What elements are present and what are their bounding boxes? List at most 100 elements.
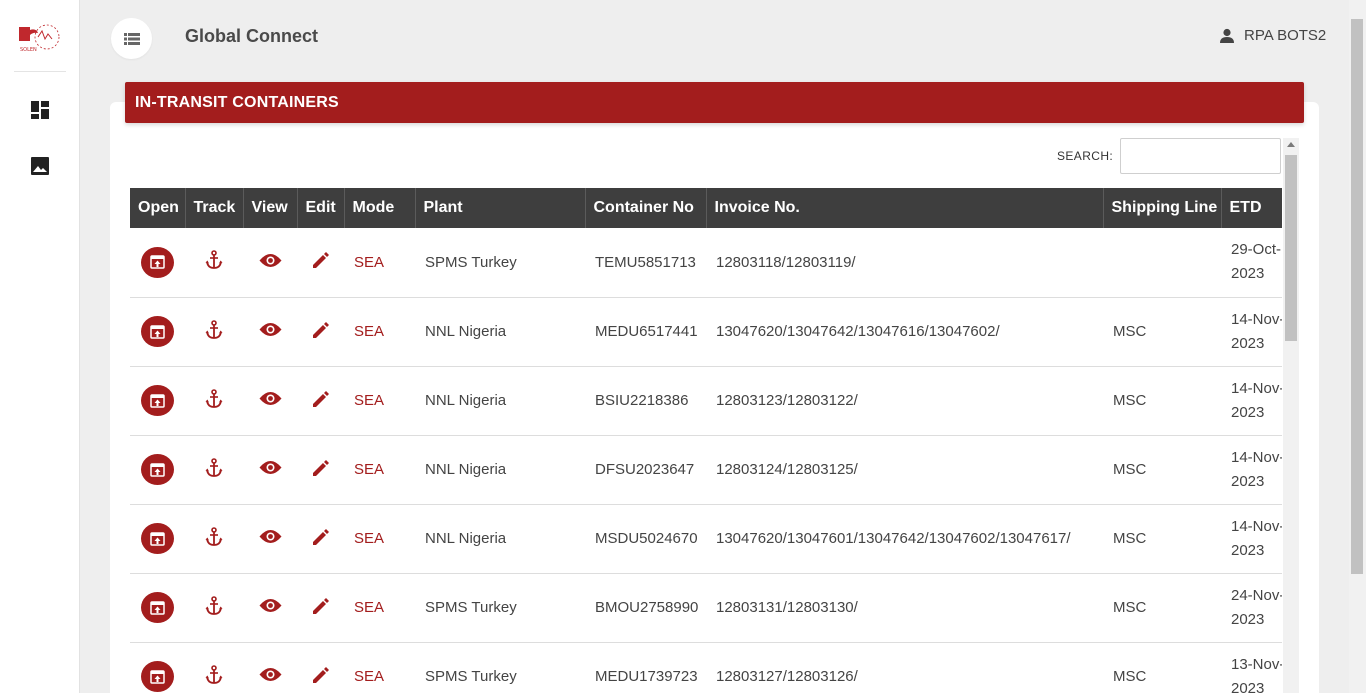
table-scrollbar[interactable] xyxy=(1283,138,1299,693)
pencil-icon[interactable] xyxy=(311,527,331,547)
pencil-icon[interactable] xyxy=(311,250,331,270)
column-header[interactable]: Track xyxy=(185,188,244,228)
mode-cell: SEA xyxy=(344,504,415,574)
pencil-icon[interactable] xyxy=(311,389,331,409)
menu-toggle-button[interactable] xyxy=(111,18,152,59)
person-icon xyxy=(1220,28,1234,43)
eye-icon[interactable] xyxy=(259,460,282,475)
open-button[interactable] xyxy=(141,523,174,554)
anchor-icon[interactable] xyxy=(205,664,223,685)
plant-cell: SPMS Turkey xyxy=(415,573,585,643)
track-cell xyxy=(185,435,243,505)
company-logo: SOLEN xyxy=(19,24,60,53)
anchor-icon[interactable] xyxy=(205,526,223,547)
open-in-new-icon xyxy=(150,324,165,339)
mode-cell: SEA xyxy=(344,297,415,367)
anchor-icon[interactable] xyxy=(205,388,223,409)
anchor-icon[interactable] xyxy=(205,250,223,270)
search-label: SEARCH: xyxy=(1057,149,1114,163)
pencil-icon[interactable] xyxy=(311,458,331,478)
invoice-no-cell: 12803118/12803119/ xyxy=(706,228,1103,298)
eye-icon[interactable] xyxy=(259,667,282,682)
containers-table-wrapper: Open Track View Edit Mode Plant Containe… xyxy=(130,188,1282,693)
track-cell xyxy=(185,642,243,693)
open-button[interactable] xyxy=(141,592,174,623)
view-cell xyxy=(243,642,297,693)
invoice-no-cell: 12803124/12803125/ xyxy=(706,435,1103,505)
table-row: SEA SPMS Turkey TEMU5851713 12803118/128031… xyxy=(130,228,1282,298)
open-cell xyxy=(130,228,185,298)
page-scroll-thumb[interactable] xyxy=(1351,19,1363,574)
column-header[interactable]: ETD xyxy=(1221,188,1282,228)
anchor-icon[interactable] xyxy=(205,595,223,616)
open-cell xyxy=(130,642,185,693)
edit-cell xyxy=(297,297,344,367)
track-cell xyxy=(185,297,243,367)
eye-icon[interactable] xyxy=(259,529,282,544)
open-cell xyxy=(130,573,185,643)
open-button[interactable] xyxy=(141,385,174,416)
eye-icon[interactable] xyxy=(259,598,282,613)
table-body: SEA SPMS Turkey TEMU5851713 12803118/128031… xyxy=(130,228,1282,693)
eye-icon[interactable] xyxy=(259,322,282,337)
view-cell xyxy=(243,435,297,505)
pencil-icon[interactable] xyxy=(311,596,331,616)
column-header[interactable]: Invoice No. xyxy=(706,188,1104,228)
image-icon[interactable] xyxy=(30,156,50,176)
invoice-no-cell: 13047620/13047642/13047616/13047602/ xyxy=(706,297,1103,367)
column-header[interactable]: Plant xyxy=(415,188,586,228)
sidebar: SOLEN xyxy=(0,0,80,693)
page-scrollbar[interactable] xyxy=(1349,0,1366,693)
open-button[interactable] xyxy=(141,661,174,692)
eye-icon[interactable] xyxy=(259,391,282,406)
search-input[interactable] xyxy=(1120,138,1281,174)
container-no-cell: BSIU2218386 xyxy=(585,366,706,436)
column-header[interactable]: Open xyxy=(130,188,186,228)
container-no-cell: MEDU1739723 xyxy=(585,642,706,693)
column-header[interactable]: View xyxy=(243,188,298,228)
open-button[interactable] xyxy=(141,246,174,278)
etd-cell: 14-Nov-2023 xyxy=(1221,435,1282,505)
open-in-new-icon xyxy=(150,669,165,684)
open-button[interactable] xyxy=(141,454,174,485)
view-cell xyxy=(243,297,297,367)
etd-cell: 13-Nov-2023 xyxy=(1221,642,1282,693)
app-title: Global Connect xyxy=(185,26,319,46)
table-scroll-thumb[interactable] xyxy=(1285,155,1297,341)
plant-cell: NNL Nigeria xyxy=(415,366,585,436)
edit-cell xyxy=(297,435,344,505)
shipping-line-cell: MSC xyxy=(1103,297,1221,367)
edit-cell xyxy=(297,366,344,436)
list-icon xyxy=(123,32,140,45)
dashboard-icon[interactable] xyxy=(30,100,50,120)
plant-cell: SPMS Turkey xyxy=(415,228,585,298)
edit-cell xyxy=(297,228,344,298)
track-cell xyxy=(185,228,243,298)
table-row: SEA NNL Nigeria DFSU2023647 12803124/128031… xyxy=(130,435,1282,505)
view-cell xyxy=(243,366,297,436)
open-in-new-icon xyxy=(150,393,165,408)
card-title: IN-TRANSIT CONTAINERS xyxy=(135,94,339,111)
mode-cell: SEA xyxy=(344,642,415,693)
column-header[interactable]: Container No xyxy=(585,188,707,228)
pencil-icon[interactable] xyxy=(311,320,331,340)
container-no-cell: TEMU5851713 xyxy=(585,228,706,298)
column-header[interactable]: Edit xyxy=(297,188,345,228)
pencil-icon[interactable] xyxy=(311,665,331,685)
view-cell xyxy=(243,504,297,574)
eye-icon[interactable] xyxy=(259,253,282,268)
container-no-cell: DFSU2023647 xyxy=(585,435,706,505)
mode-cell: SEA xyxy=(344,366,415,436)
invoice-no-cell: 12803127/12803126/ xyxy=(706,642,1103,693)
open-button[interactable] xyxy=(141,316,174,347)
user-menu[interactable]: RPA BOTS2 xyxy=(1219,27,1326,44)
user-name: RPA BOTS2 xyxy=(1244,27,1327,44)
scroll-up-arrow-icon[interactable] xyxy=(1287,142,1295,147)
anchor-icon[interactable] xyxy=(205,457,223,478)
column-header[interactable]: Shipping Line xyxy=(1103,188,1222,228)
column-header[interactable]: Mode xyxy=(344,188,416,228)
open-in-new-icon xyxy=(150,600,165,615)
anchor-icon[interactable] xyxy=(205,319,223,340)
open-cell xyxy=(130,297,185,367)
plant-cell: NNL Nigeria xyxy=(415,297,585,367)
